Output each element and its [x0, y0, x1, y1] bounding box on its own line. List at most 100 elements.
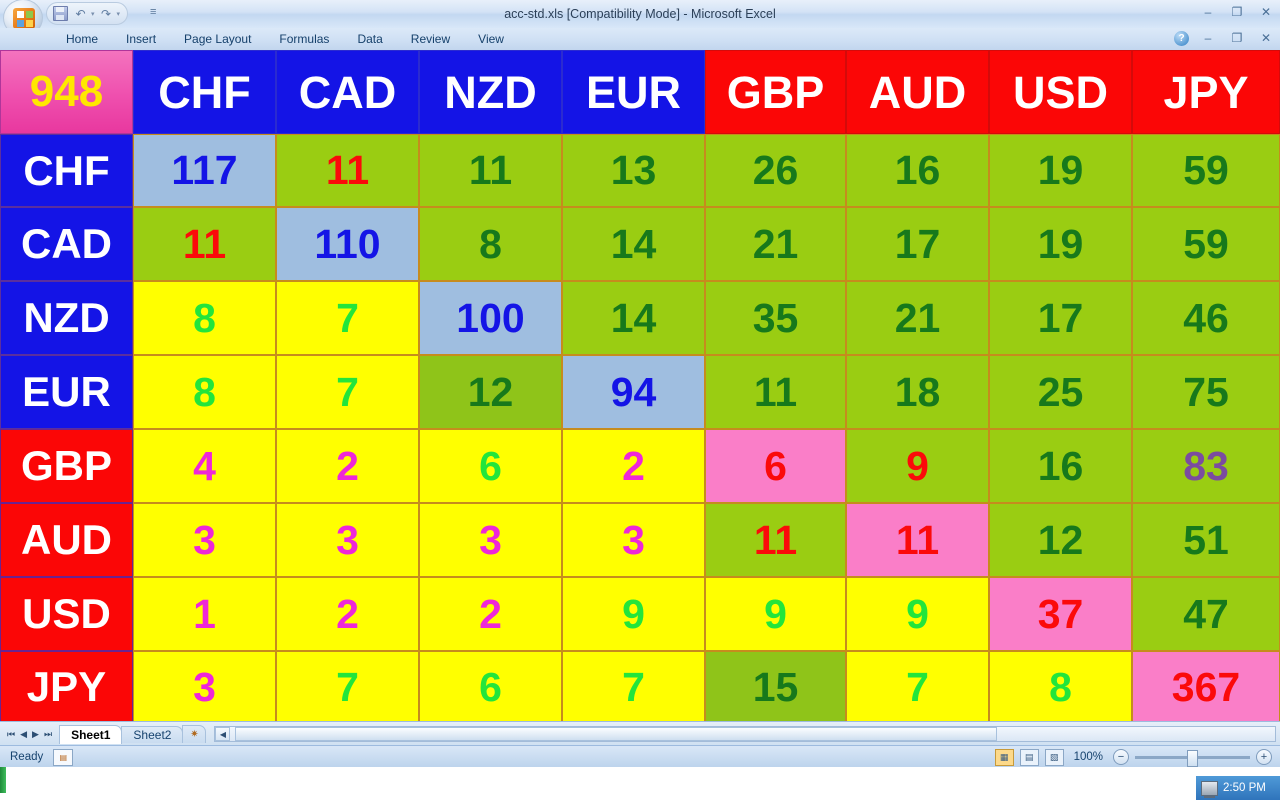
sheet-tab-sheet2[interactable]: Sheet2 — [121, 725, 184, 743]
close-button[interactable]: ✕ — [1256, 4, 1276, 20]
cell-jpy-gbp[interactable]: 15 — [705, 651, 846, 723]
cell-nzd-gbp[interactable]: 35 — [705, 281, 846, 355]
restore-button[interactable]: ❐ — [1227, 4, 1247, 20]
cell-usd-cad[interactable]: 2 — [276, 577, 419, 651]
view-normal-button[interactable]: ▦ — [994, 748, 1014, 766]
doc-close-button[interactable]: ✕ — [1256, 30, 1276, 46]
cell-nzd-jpy[interactable]: 46 — [1132, 281, 1280, 355]
cell-chf-nzd[interactable]: 11 — [419, 134, 562, 207]
column-header-aud[interactable]: AUD — [846, 50, 989, 134]
tab-formulas[interactable]: Formulas — [265, 28, 343, 50]
last-sheet-button[interactable]: ⏭ — [44, 729, 52, 740]
cell-jpy-jpy[interactable]: 367 — [1132, 651, 1280, 723]
new-sheet-icon[interactable]: ✷ — [182, 725, 207, 743]
next-sheet-button[interactable]: ▶ — [32, 729, 39, 740]
cell-cad-chf[interactable]: 11 — [133, 207, 276, 281]
tab-insert[interactable]: Insert — [112, 28, 170, 50]
cell-cad-aud[interactable]: 17 — [846, 207, 989, 281]
zoom-out-button[interactable]: − — [1113, 749, 1129, 765]
column-header-eur[interactable]: EUR — [562, 50, 705, 134]
cell-eur-nzd[interactable]: 12 — [419, 355, 562, 429]
cell-gbp-jpy[interactable]: 83 — [1132, 429, 1280, 503]
cell-aud-jpy[interactable]: 51 — [1132, 503, 1280, 577]
tab-review[interactable]: Review — [397, 28, 464, 50]
cell-gbp-eur[interactable]: 2 — [562, 429, 705, 503]
row-header-eur[interactable]: EUR — [0, 355, 133, 429]
row-header-cad[interactable]: CAD — [0, 207, 133, 281]
tab-home[interactable]: Home — [52, 28, 112, 50]
cell-chf-cad[interactable]: 11 — [276, 134, 419, 207]
cell-aud-cad[interactable]: 3 — [276, 503, 419, 577]
view-page-break-button[interactable]: ▧ — [1044, 748, 1064, 766]
column-header-jpy[interactable]: JPY — [1132, 50, 1280, 134]
cell-chf-usd[interactable]: 19 — [989, 134, 1132, 207]
column-header-cad[interactable]: CAD — [276, 50, 419, 134]
cell-cad-eur[interactable]: 14 — [562, 207, 705, 281]
tab-page-layout[interactable]: Page Layout — [170, 28, 265, 50]
cell-chf-aud[interactable]: 16 — [846, 134, 989, 207]
tray-network-icon[interactable] — [1201, 780, 1218, 798]
cell-jpy-aud[interactable]: 7 — [846, 651, 989, 723]
cell-gbp-usd[interactable]: 16 — [989, 429, 1132, 503]
cell-nzd-eur[interactable]: 14 — [562, 281, 705, 355]
cell-usd-aud[interactable]: 9 — [846, 577, 989, 651]
cell-aud-chf[interactable]: 3 — [133, 503, 276, 577]
cell-usd-eur[interactable]: 9 — [562, 577, 705, 651]
cell-usd-chf[interactable]: 1 — [133, 577, 276, 651]
row-header-chf[interactable]: CHF — [0, 134, 133, 207]
column-header-nzd[interactable]: NZD — [419, 50, 562, 134]
cell-cad-jpy[interactable]: 59 — [1132, 207, 1280, 281]
cell-cad-gbp[interactable]: 21 — [705, 207, 846, 281]
hscroll-left-button[interactable]: ◀ — [215, 727, 231, 741]
zoom-level[interactable]: 100% — [1070, 751, 1107, 763]
column-header-usd[interactable]: USD — [989, 50, 1132, 134]
cell-cad-cad[interactable]: 110 — [276, 207, 419, 281]
cell-cad-usd[interactable]: 19 — [989, 207, 1132, 281]
prev-sheet-button[interactable]: ◀ — [20, 729, 27, 740]
sheet-tab-sheet1[interactable]: Sheet1 — [59, 724, 123, 744]
cell-aud-gbp[interactable]: 11 — [705, 503, 846, 577]
cell-jpy-eur[interactable]: 7 — [562, 651, 705, 723]
cell-chf-gbp[interactable]: 26 — [705, 134, 846, 207]
hscroll-thumb[interactable] — [235, 727, 998, 741]
cell-jpy-usd[interactable]: 8 — [989, 651, 1132, 723]
cell-cad-nzd[interactable]: 8 — [419, 207, 562, 281]
cell-eur-cad[interactable]: 7 — [276, 355, 419, 429]
view-page-layout-button[interactable]: ▤ — [1019, 748, 1039, 766]
tab-view[interactable]: View — [464, 28, 518, 50]
first-sheet-button[interactable]: ⏮ — [7, 729, 15, 740]
grid-corner-cell[interactable]: 948 — [0, 50, 133, 134]
cell-eur-jpy[interactable]: 75 — [1132, 355, 1280, 429]
cell-jpy-cad[interactable]: 7 — [276, 651, 419, 723]
cell-gbp-nzd[interactable]: 6 — [419, 429, 562, 503]
cell-chf-chf[interactable]: 117 — [133, 134, 276, 207]
doc-minimize-button[interactable]: – — [1198, 30, 1218, 46]
cell-usd-gbp[interactable]: 9 — [705, 577, 846, 651]
cell-aud-usd[interactable]: 12 — [989, 503, 1132, 577]
cell-aud-nzd[interactable]: 3 — [419, 503, 562, 577]
cell-usd-nzd[interactable]: 2 — [419, 577, 562, 651]
column-header-chf[interactable]: CHF — [133, 50, 276, 134]
row-header-usd[interactable]: USD — [0, 577, 133, 651]
cell-eur-aud[interactable]: 18 — [846, 355, 989, 429]
cell-eur-gbp[interactable]: 11 — [705, 355, 846, 429]
cell-usd-jpy[interactable]: 47 — [1132, 577, 1280, 651]
cell-usd-usd[interactable]: 37 — [989, 577, 1132, 651]
zoom-slider[interactable] — [1135, 749, 1250, 767]
cell-eur-usd[interactable]: 25 — [989, 355, 1132, 429]
minimize-button[interactable]: – — [1198, 4, 1218, 20]
row-header-nzd[interactable]: NZD — [0, 281, 133, 355]
zoom-slider-thumb[interactable] — [1187, 749, 1198, 767]
spreadsheet-grid[interactable]: 948 CHF CAD NZD EUR GBP AUD USD JPY CHF 117 11 11 13 2… — [0, 50, 1280, 723]
cell-aud-aud[interactable]: 11 — [846, 503, 989, 577]
cell-chf-eur[interactable]: 13 — [562, 134, 705, 207]
cell-nzd-cad[interactable]: 7 — [276, 281, 419, 355]
column-header-gbp[interactable]: GBP — [705, 50, 846, 134]
zoom-in-button[interactable]: + — [1256, 749, 1272, 765]
doc-restore-button[interactable]: ❐ — [1227, 30, 1247, 46]
cell-nzd-nzd[interactable]: 100 — [419, 281, 562, 355]
cell-eur-chf[interactable]: 8 — [133, 355, 276, 429]
cell-nzd-chf[interactable]: 8 — [133, 281, 276, 355]
cell-gbp-gbp[interactable]: 6 — [705, 429, 846, 503]
cell-gbp-aud[interactable]: 9 — [846, 429, 989, 503]
